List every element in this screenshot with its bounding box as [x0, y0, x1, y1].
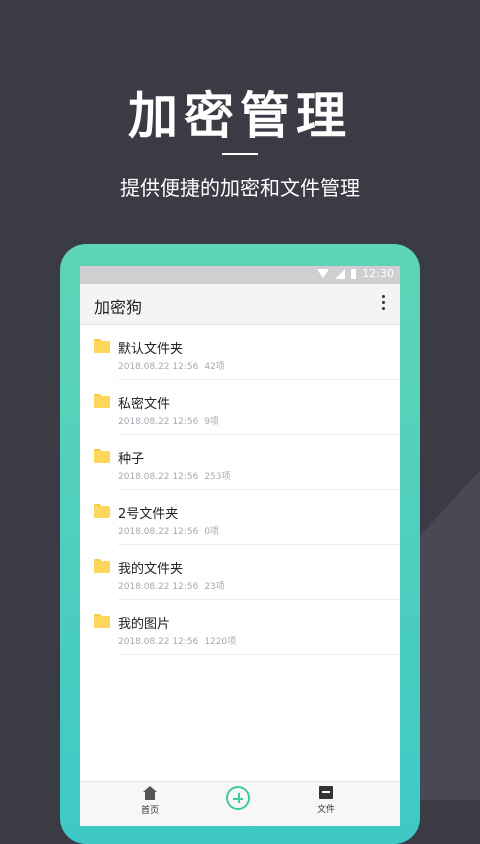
- hero-title: 加密管理: [128, 86, 352, 145]
- wifi-icon: [317, 269, 330, 278]
- folder-name: 我的图片: [118, 617, 171, 632]
- hero-subtitle: 提供便捷的加密和文件管理: [120, 176, 360, 200]
- app-bar: 加密狗: [80, 284, 400, 325]
- list-item[interactable]: 我的图片 2018.08.22 12:56 1220项: [80, 600, 400, 655]
- folder-icon: [94, 559, 110, 573]
- add-button[interactable]: [226, 786, 250, 810]
- folder-date: 2018.08.22 12:56: [118, 527, 199, 537]
- list-item[interactable]: 私密文件 2018.08.22 12:56 9项: [80, 380, 400, 435]
- status-bar: 12:30: [80, 266, 400, 284]
- folder-count: 42项: [204, 362, 225, 372]
- home-icon: [143, 786, 157, 800]
- folder-date: 2018.08.22 12:56: [118, 582, 199, 592]
- folder-icon: [94, 449, 110, 463]
- folder-list: 默认文件夹 2018.08.22 12:56 42项 私密文件 2018.08.2…: [80, 325, 400, 655]
- folder-icon: [94, 504, 110, 518]
- list-item[interactable]: 种子 2018.08.22 12:56 253项: [80, 435, 400, 490]
- folder-count: 9项: [204, 417, 220, 427]
- folder-meta: 2018.08.22 12:56 1220项: [118, 634, 236, 647]
- nav-home[interactable]: 首页: [120, 786, 180, 816]
- folder-name: 种子: [118, 452, 145, 467]
- folder-name: 私密文件: [118, 397, 171, 412]
- folder-icon: [94, 614, 110, 628]
- list-item[interactable]: 我的文件夹 2018.08.22 12:56 23项: [80, 545, 400, 600]
- folder-meta: 2018.08.22 12:56 23项: [118, 579, 225, 592]
- bottom-nav: 首页 文件: [80, 781, 400, 826]
- folder-date: 2018.08.22 12:56: [118, 472, 199, 482]
- folder-icon: [94, 394, 110, 408]
- folder-meta: 2018.08.22 12:56 42项: [118, 359, 225, 372]
- folder-icon: [94, 339, 110, 353]
- folder-filled-icon: [319, 786, 333, 799]
- folder-count: 1220项: [204, 637, 237, 647]
- folder-meta: 2018.08.22 12:56 0项: [118, 524, 219, 537]
- folder-date: 2018.08.22 12:56: [118, 417, 199, 427]
- folder-name: 我的文件夹: [118, 562, 184, 577]
- list-item[interactable]: 2号文件夹 2018.08.22 12:56 0项: [80, 490, 400, 545]
- folder-count: 23项: [204, 582, 225, 592]
- signal-icon: [335, 268, 346, 279]
- nav-home-label: 首页: [140, 806, 159, 816]
- divider: [118, 654, 400, 655]
- folder-name: 默认文件夹: [118, 342, 184, 357]
- status-time: 12:30: [362, 267, 394, 280]
- folder-count: 0项: [204, 527, 220, 537]
- folder-date: 2018.08.22 12:56: [118, 362, 199, 372]
- list-item[interactable]: 默认文件夹 2018.08.22 12:56 42项: [80, 325, 400, 380]
- more-vert-icon[interactable]: [382, 295, 386, 313]
- status-icons: 12:30: [317, 267, 394, 280]
- folder-meta: 2018.08.22 12:56 9项: [118, 414, 219, 427]
- app-title: 加密狗: [94, 298, 143, 317]
- nav-files[interactable]: 文件: [296, 786, 356, 815]
- battery-icon: [351, 268, 357, 279]
- folder-name: 2号文件夹: [118, 507, 179, 522]
- hero-divider: [222, 153, 258, 155]
- folder-date: 2018.08.22 12:56: [118, 637, 199, 647]
- folder-meta: 2018.08.22 12:56 253项: [118, 469, 231, 482]
- phone-frame: 12:30 加密狗 默认文件夹 2018.08.22 12:56 42项 私密文件…: [60, 244, 420, 844]
- nav-files-label: 文件: [316, 805, 335, 815]
- phone-screen: 12:30 加密狗 默认文件夹 2018.08.22 12:56 42项 私密文件…: [80, 266, 400, 826]
- folder-count: 253项: [204, 472, 231, 482]
